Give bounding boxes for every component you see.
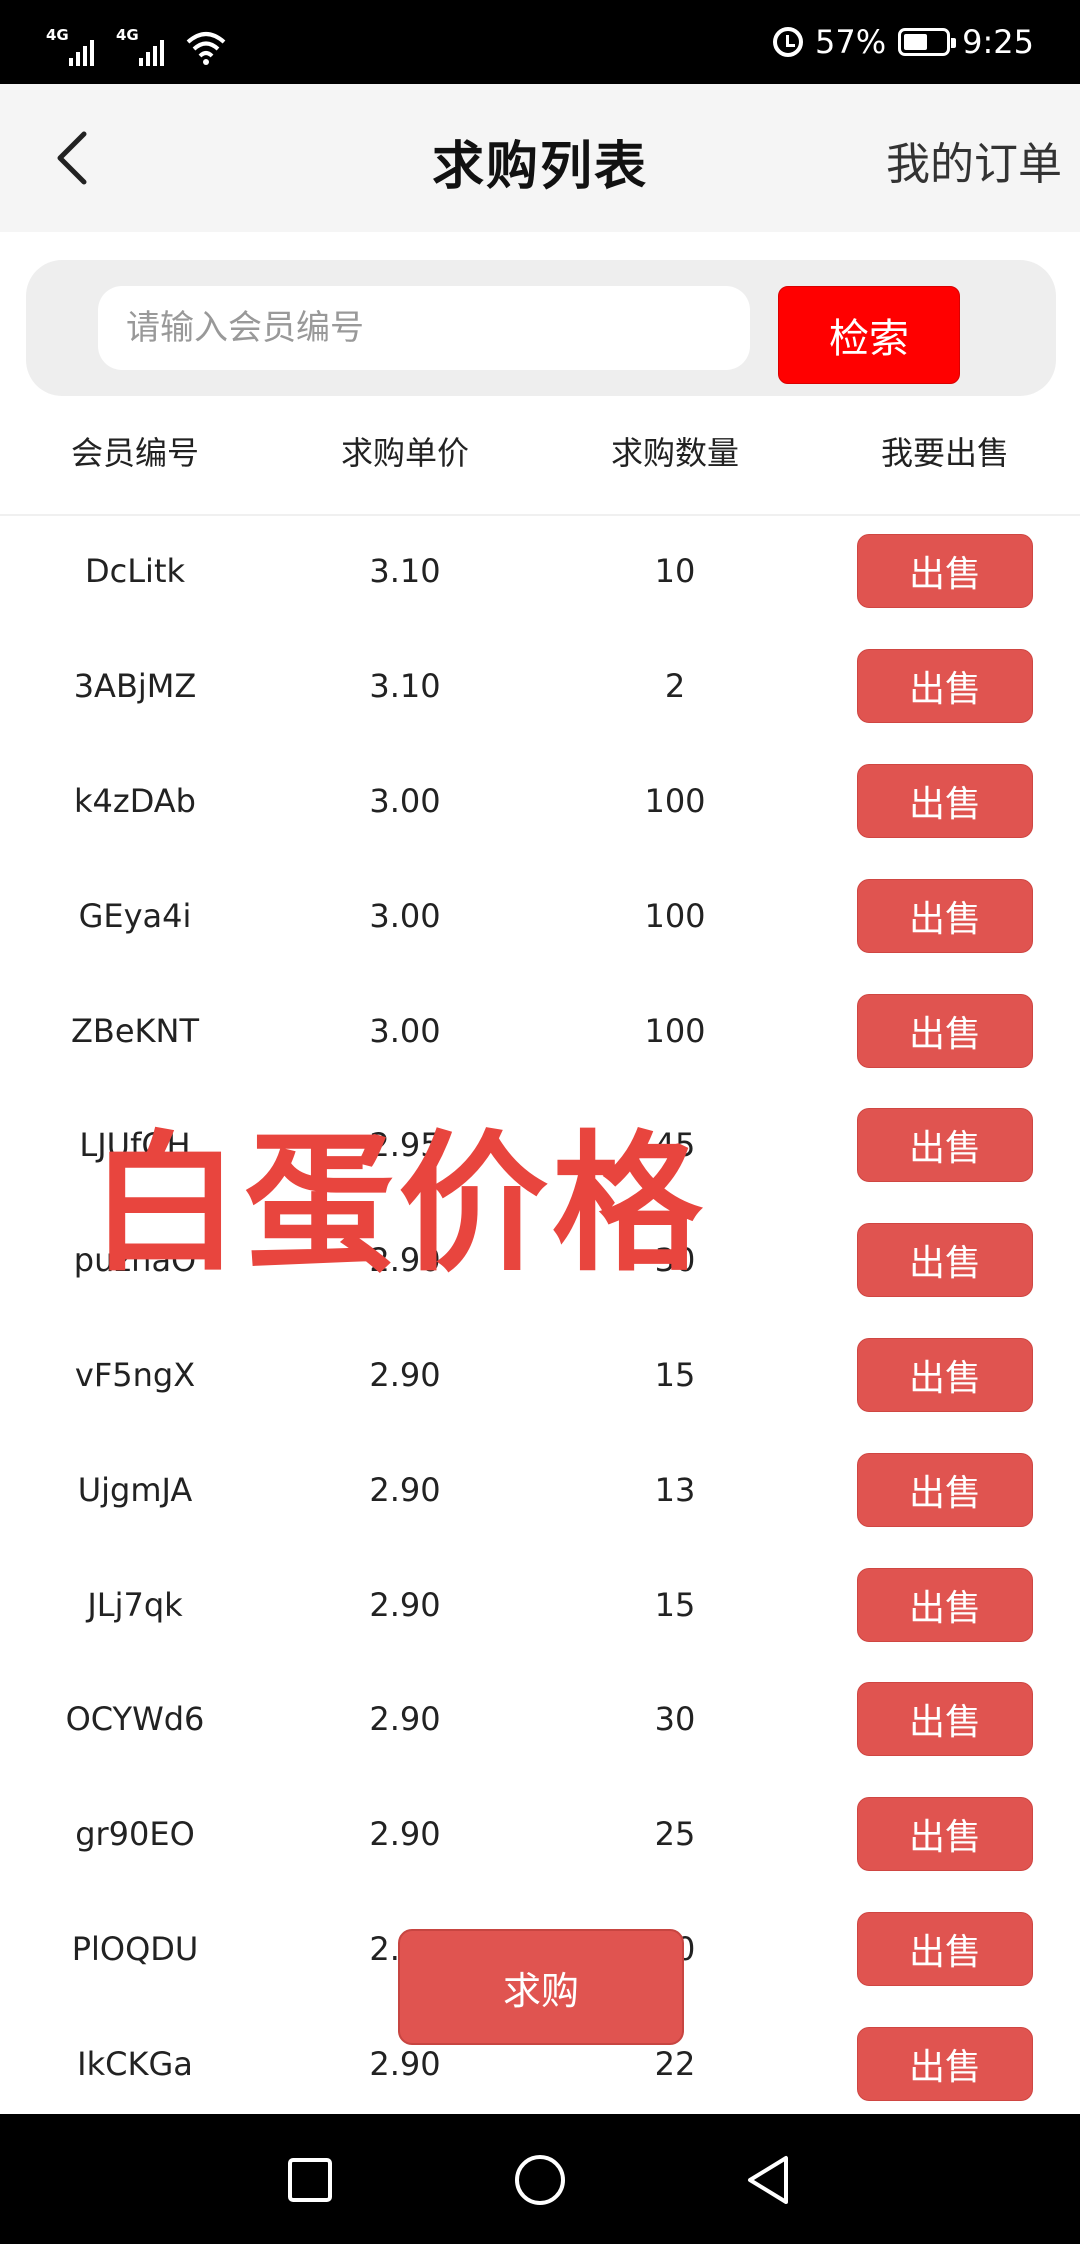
- my-orders-link[interactable]: 我的订单: [886, 128, 1062, 192]
- square-icon[interactable]: [282, 2152, 338, 2208]
- table-row: JLj7qk 2.90 15 出售: [0, 1547, 1080, 1662]
- app-header: 求购列表 我的订单: [0, 84, 1080, 232]
- network-type-label: 4G: [46, 26, 69, 44]
- unit-price-cell: 3.10: [369, 667, 441, 706]
- sell-button[interactable]: 出售: [857, 878, 1033, 953]
- status-bar: 4G 4G 57% 9:25: [0, 0, 1080, 84]
- purchase-request-list: DcLitk 3.10 10 出售 3ABjMZ 3.10 2 出售 k4zDA…: [0, 514, 1080, 2121]
- member-id-cell: DcLitk: [84, 552, 186, 591]
- unit-price-cell: 3.10: [369, 552, 441, 591]
- unit-price-cell: 2.90: [369, 1700, 441, 1739]
- overlay-watermark-text: 白蛋价格: [90, 1118, 707, 1292]
- quantity-cell: 25: [654, 1815, 696, 1854]
- table-row: OCYWd6 2.90 30 出售: [0, 1662, 1080, 1777]
- member-id-cell: gr90EO: [75, 1815, 195, 1854]
- unit-price-cell: 2.90: [369, 1470, 441, 1509]
- triangle-icon[interactable]: [742, 2152, 798, 2208]
- quantity-cell: 13: [654, 1470, 696, 1509]
- clock: 9:25: [962, 23, 1034, 61]
- battery-level: [904, 34, 927, 50]
- table-row: vF5ngX 2.90 15 出售: [0, 1318, 1080, 1433]
- member-id-cell: IkCKGa: [77, 2044, 193, 2083]
- search-bar: 检索: [26, 260, 1056, 396]
- wifi-icon: [186, 32, 226, 65]
- sell-button[interactable]: 出售: [857, 2026, 1033, 2101]
- sell-button[interactable]: 出售: [857, 1797, 1033, 1872]
- sell-button[interactable]: 出售: [857, 1452, 1033, 1527]
- quantity-cell: 100: [644, 1011, 706, 1050]
- unit-price-cell: 3.00: [369, 781, 441, 820]
- sell-button[interactable]: 出售: [857, 1108, 1033, 1183]
- sell-button[interactable]: 出售: [857, 1567, 1033, 1642]
- column-header-quantity: 求购数量: [610, 434, 739, 472]
- member-id-cell: ZBeKNT: [70, 1011, 200, 1050]
- unit-price-cell: 3.00: [369, 1011, 441, 1050]
- quantity-cell: 10: [654, 552, 696, 591]
- unit-price-cell: 3.00: [369, 896, 441, 935]
- member-id-cell: OCYWd6: [65, 1700, 205, 1739]
- status-bar-right: 57% 9:25: [773, 0, 1034, 84]
- network-type-label: 4G: [116, 26, 139, 44]
- table-row: k4zDAb 3.00 100 出售: [0, 744, 1080, 859]
- member-id-cell: UjgmJA: [77, 1470, 193, 1509]
- battery-percent: 57%: [815, 23, 887, 61]
- quantity-cell: 15: [654, 1585, 696, 1624]
- unit-price-cell: 2.90: [369, 2044, 441, 2083]
- unit-price-cell: 2.90: [369, 1815, 441, 1854]
- quantity-cell: 15: [654, 1355, 696, 1394]
- table-header: 会员编号 求购单价 求购数量 我要出售: [0, 408, 1080, 516]
- quantity-cell: 22: [654, 2044, 696, 2083]
- sell-button[interactable]: 出售: [857, 993, 1033, 1068]
- post-buy-request-button[interactable]: 求购: [398, 1929, 684, 2045]
- sell-button[interactable]: 出售: [857, 1911, 1033, 1986]
- circle-icon[interactable]: [512, 2152, 568, 2208]
- table-row: GEya4i 3.00 100 出售: [0, 858, 1080, 973]
- cellular-signal-icon: 4G: [46, 28, 94, 66]
- sell-button[interactable]: 出售: [857, 763, 1033, 838]
- column-header-member-id: 会员编号: [70, 434, 199, 472]
- table-row: ZBeKNT 3.00 100 出售: [0, 973, 1080, 1088]
- unit-price-cell: 2.90: [369, 1355, 441, 1394]
- alarm-icon: [773, 27, 804, 57]
- member-id-cell: JLj7qk: [87, 1585, 183, 1624]
- table-row: gr90EO 2.90 25 出售: [0, 1777, 1080, 1892]
- sell-button[interactable]: 出售: [857, 1223, 1033, 1298]
- unit-price-cell: 2.90: [369, 1585, 441, 1624]
- quantity-cell: 100: [644, 896, 706, 935]
- sell-button[interactable]: 出售: [857, 1337, 1033, 1412]
- member-id-cell: PlOQDU: [71, 1929, 199, 1968]
- quantity-cell: 100: [644, 781, 706, 820]
- cellular-signal-icon: 4G: [116, 28, 164, 66]
- status-bar-left: 4G 4G: [46, 18, 226, 66]
- member-id-cell: GEya4i: [78, 896, 192, 935]
- column-header-unit-price: 求购单价: [340, 434, 469, 472]
- table-row: 3ABjMZ 3.10 2 出售: [0, 629, 1080, 744]
- quantity-cell: 30: [654, 1700, 696, 1739]
- battery-icon: [898, 28, 957, 56]
- quantity-cell: 2: [664, 667, 686, 706]
- member-id-cell: vF5ngX: [74, 1355, 196, 1394]
- search-button[interactable]: 检索: [778, 286, 960, 384]
- sell-button[interactable]: 出售: [857, 534, 1033, 609]
- member-id-cell: 3ABjMZ: [73, 667, 197, 706]
- column-header-sell: 我要出售: [880, 434, 1009, 472]
- table-row: UjgmJA 2.90 13 出售: [0, 1432, 1080, 1547]
- sell-button[interactable]: 出售: [857, 649, 1033, 724]
- sell-button[interactable]: 出售: [857, 1682, 1033, 1757]
- member-id-search-input[interactable]: [98, 286, 750, 370]
- table-row: DcLitk 3.10 10 出售: [0, 514, 1080, 629]
- member-id-cell: k4zDAb: [74, 781, 196, 820]
- system-navigation-bar: [0, 2114, 1080, 2244]
